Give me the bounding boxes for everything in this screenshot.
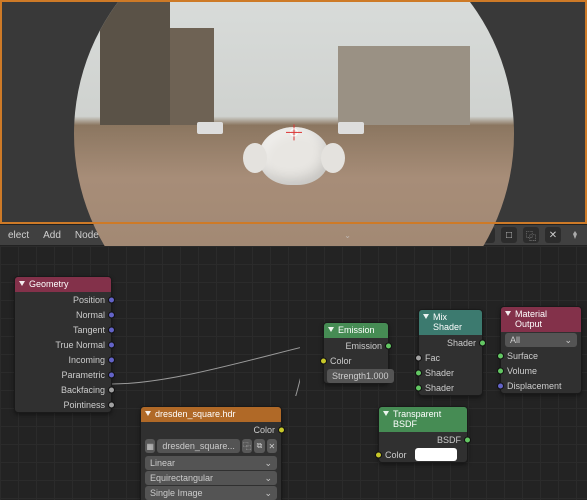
unlink-icon[interactable]: ✕ <box>545 227 561 243</box>
node-header[interactable]: Transparent BSDF <box>379 407 467 432</box>
node-editor[interactable]: Geometry Position Normal Tangent True No… <box>0 246 587 500</box>
menu-add[interactable]: Add <box>39 228 65 243</box>
unlink-image-icon[interactable]: ✕ <box>267 439 277 453</box>
socket-displacement-in[interactable]: Displacement <box>501 378 581 393</box>
chevron-down-icon: ⌄ <box>344 231 351 240</box>
projection-dropdown[interactable]: Equirectangular⌄ <box>145 471 277 485</box>
node-geometry[interactable]: Geometry Position Normal Tangent True No… <box>14 276 112 413</box>
collapse-icon <box>423 314 429 319</box>
color-swatch[interactable] <box>415 448 457 461</box>
socket-position[interactable]: Position <box>15 292 111 307</box>
users-icon[interactable]: ⿻ <box>242 439 252 453</box>
socket-shader1-in[interactable]: Shader <box>419 365 482 380</box>
image-datablock-row: ▦ dresden_square... ⿻ ⧉ ✕ <box>141 437 281 455</box>
collapse-icon <box>19 281 25 286</box>
vehicle <box>338 122 364 134</box>
strength-field[interactable]: Strength1.000 <box>327 369 394 383</box>
socket-color-in[interactable]: Color <box>324 353 388 368</box>
socket-bsdf-out[interactable]: BSDF <box>379 432 467 447</box>
building <box>100 0 170 125</box>
socket-fac-in[interactable]: Fac <box>419 350 482 365</box>
node-header[interactable]: Mix Shader <box>419 310 482 335</box>
viewport-3d[interactable] <box>0 0 587 224</box>
new-material-icon[interactable]: □ <box>501 227 517 243</box>
node-mix-shader[interactable]: Mix Shader Shader Fac Shader Shader <box>418 309 483 396</box>
node-header[interactable]: Geometry <box>15 277 111 292</box>
collapse-icon <box>328 327 334 332</box>
source-dropdown[interactable]: Single Image⌄ <box>145 486 277 500</box>
socket-color-in[interactable]: Color <box>379 447 467 462</box>
socket-surface-in[interactable]: Surface <box>501 348 581 363</box>
target-dropdown[interactable]: All⌄ <box>505 333 577 347</box>
socket-tangent[interactable]: Tangent <box>15 322 111 337</box>
collapse-icon <box>383 411 389 416</box>
node-header[interactable]: Material Output <box>501 307 581 332</box>
menu-select[interactable]: elect <box>4 228 33 243</box>
open-image-icon[interactable]: ⧉ <box>254 439 264 453</box>
socket-shader-out[interactable]: Shader <box>419 335 482 350</box>
building <box>170 28 214 125</box>
socket-true-normal[interactable]: True Normal <box>15 337 111 352</box>
socket-shader2-in[interactable]: Shader <box>419 380 482 395</box>
node-emission[interactable]: Emission Emission Color Strength1.000 <box>323 322 389 384</box>
node-header[interactable]: Emission <box>324 323 388 338</box>
image-browse-icon[interactable]: ▦ <box>145 439 155 453</box>
collapse-icon <box>145 411 151 416</box>
node-material-output[interactable]: Material Output All⌄ Surface Volume Disp… <box>500 306 582 394</box>
vehicle <box>197 122 223 134</box>
socket-normal[interactable]: Normal <box>15 307 111 322</box>
socket-volume-in[interactable]: Volume <box>501 363 581 378</box>
collapse-icon <box>505 311 511 316</box>
node-header[interactable]: dresden_square.hdr <box>141 407 281 422</box>
pin-icon[interactable] <box>567 227 583 243</box>
socket-parametric[interactable]: Parametric <box>15 367 111 382</box>
cursor-3d-icon <box>286 124 302 140</box>
interpolation-dropdown[interactable]: Linear⌄ <box>145 456 277 470</box>
node-transparent-bsdf[interactable]: Transparent BSDF BSDF Color <box>378 406 468 463</box>
building <box>338 46 470 125</box>
socket-emission-out[interactable]: Emission <box>324 338 388 353</box>
socket-pointiness[interactable]: Pointiness <box>15 397 111 412</box>
node-environment-texture[interactable]: dresden_square.hdr Color ▦ dresden_squar… <box>140 406 282 500</box>
socket-incoming[interactable]: Incoming <box>15 352 111 367</box>
socket-backfacing[interactable]: Backfacing <box>15 382 111 397</box>
socket-color-out[interactable]: Color <box>141 422 281 437</box>
image-name-field[interactable]: dresden_square... <box>157 439 240 453</box>
copy-material-icon[interactable]: ⿻ <box>523 227 539 243</box>
